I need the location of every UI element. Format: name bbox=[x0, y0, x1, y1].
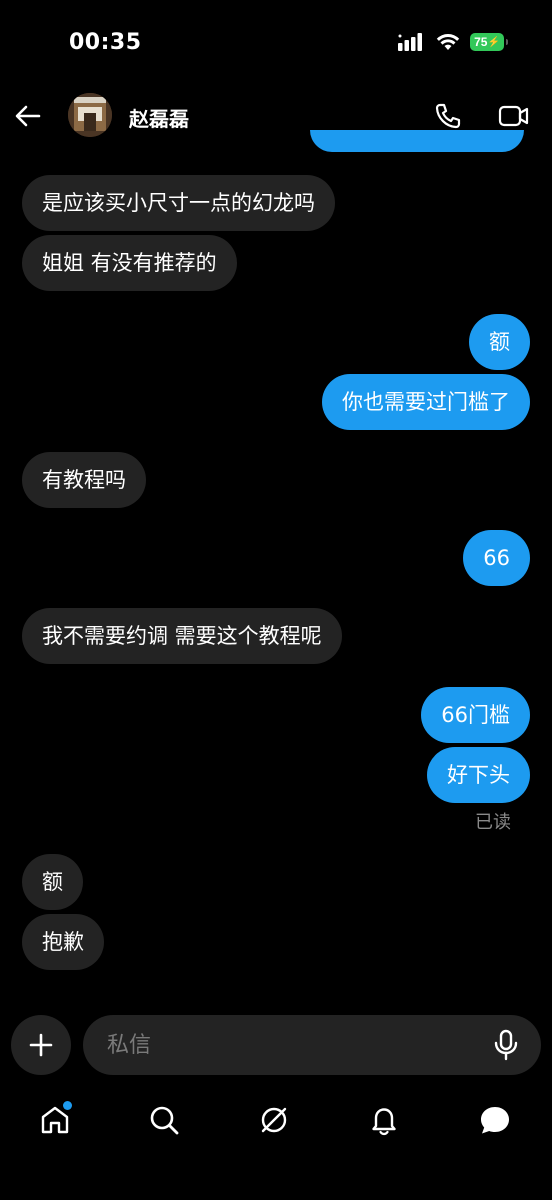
message-bubble-incoming[interactable]: 有教程吗 bbox=[22, 452, 146, 508]
battery-level: 75 bbox=[474, 35, 488, 49]
plus-icon bbox=[29, 1033, 53, 1057]
video-call-button[interactable] bbox=[496, 100, 532, 132]
phone-icon bbox=[435, 103, 461, 129]
message-bubble-outgoing[interactable]: 额 bbox=[469, 314, 530, 370]
add-attachment-button[interactable] bbox=[11, 1015, 71, 1075]
battery-indicator: 75 ⚡ bbox=[470, 33, 508, 51]
nav-home[interactable] bbox=[35, 1100, 75, 1140]
avatar[interactable] bbox=[68, 93, 112, 137]
contact-name[interactable]: 赵磊磊 bbox=[129, 103, 189, 132]
message-bubble-incoming[interactable]: 姐姐 有没有推荐的 bbox=[22, 235, 237, 291]
read-receipt: 已读 bbox=[475, 812, 511, 833]
message-bubble-outgoing[interactable]: 66 bbox=[463, 530, 530, 586]
wifi-icon bbox=[436, 34, 460, 50]
video-camera-icon bbox=[498, 105, 529, 127]
grok-icon bbox=[261, 1107, 287, 1133]
messages-icon bbox=[481, 1107, 509, 1134]
bottom-navigation bbox=[0, 1090, 552, 1150]
message-bubble-incoming[interactable]: 额 bbox=[22, 854, 83, 910]
nav-grok[interactable] bbox=[254, 1100, 294, 1140]
notification-dot bbox=[63, 1101, 72, 1110]
status-bar: 00:35 75 ⚡ bbox=[0, 0, 552, 80]
nav-search[interactable] bbox=[144, 1100, 184, 1140]
status-indicators: 75 ⚡ bbox=[398, 33, 508, 51]
message-bubble-incoming[interactable]: 我不需要约调 需要这个教程呢 bbox=[22, 608, 342, 664]
status-time: 00:35 bbox=[69, 30, 142, 55]
microphone-icon bbox=[494, 1029, 518, 1061]
message-bubble-incoming[interactable]: 抱歉 bbox=[22, 914, 104, 970]
search-icon bbox=[150, 1106, 179, 1135]
message-bubble-incoming[interactable]: 是应该买小尺寸一点的幻龙吗 bbox=[22, 175, 335, 231]
message-bubble-outgoing[interactable]: 66门槛 bbox=[421, 687, 530, 743]
nav-messages[interactable] bbox=[475, 1100, 515, 1140]
cellular-signal-icon bbox=[398, 33, 422, 51]
back-button[interactable] bbox=[12, 100, 44, 132]
arrow-left-icon bbox=[15, 105, 41, 127]
message-input[interactable] bbox=[83, 1015, 541, 1075]
message-bubble-partial bbox=[310, 130, 524, 152]
nav-notifications[interactable] bbox=[364, 1100, 404, 1140]
message-bubble-outgoing[interactable]: 好下头 bbox=[427, 747, 530, 803]
bell-icon bbox=[372, 1108, 396, 1136]
profile-photo bbox=[68, 93, 112, 137]
voice-call-button[interactable] bbox=[432, 100, 464, 132]
message-bubble-outgoing[interactable]: 你也需要过门槛了 bbox=[322, 374, 530, 430]
voice-message-button[interactable] bbox=[490, 1029, 522, 1061]
